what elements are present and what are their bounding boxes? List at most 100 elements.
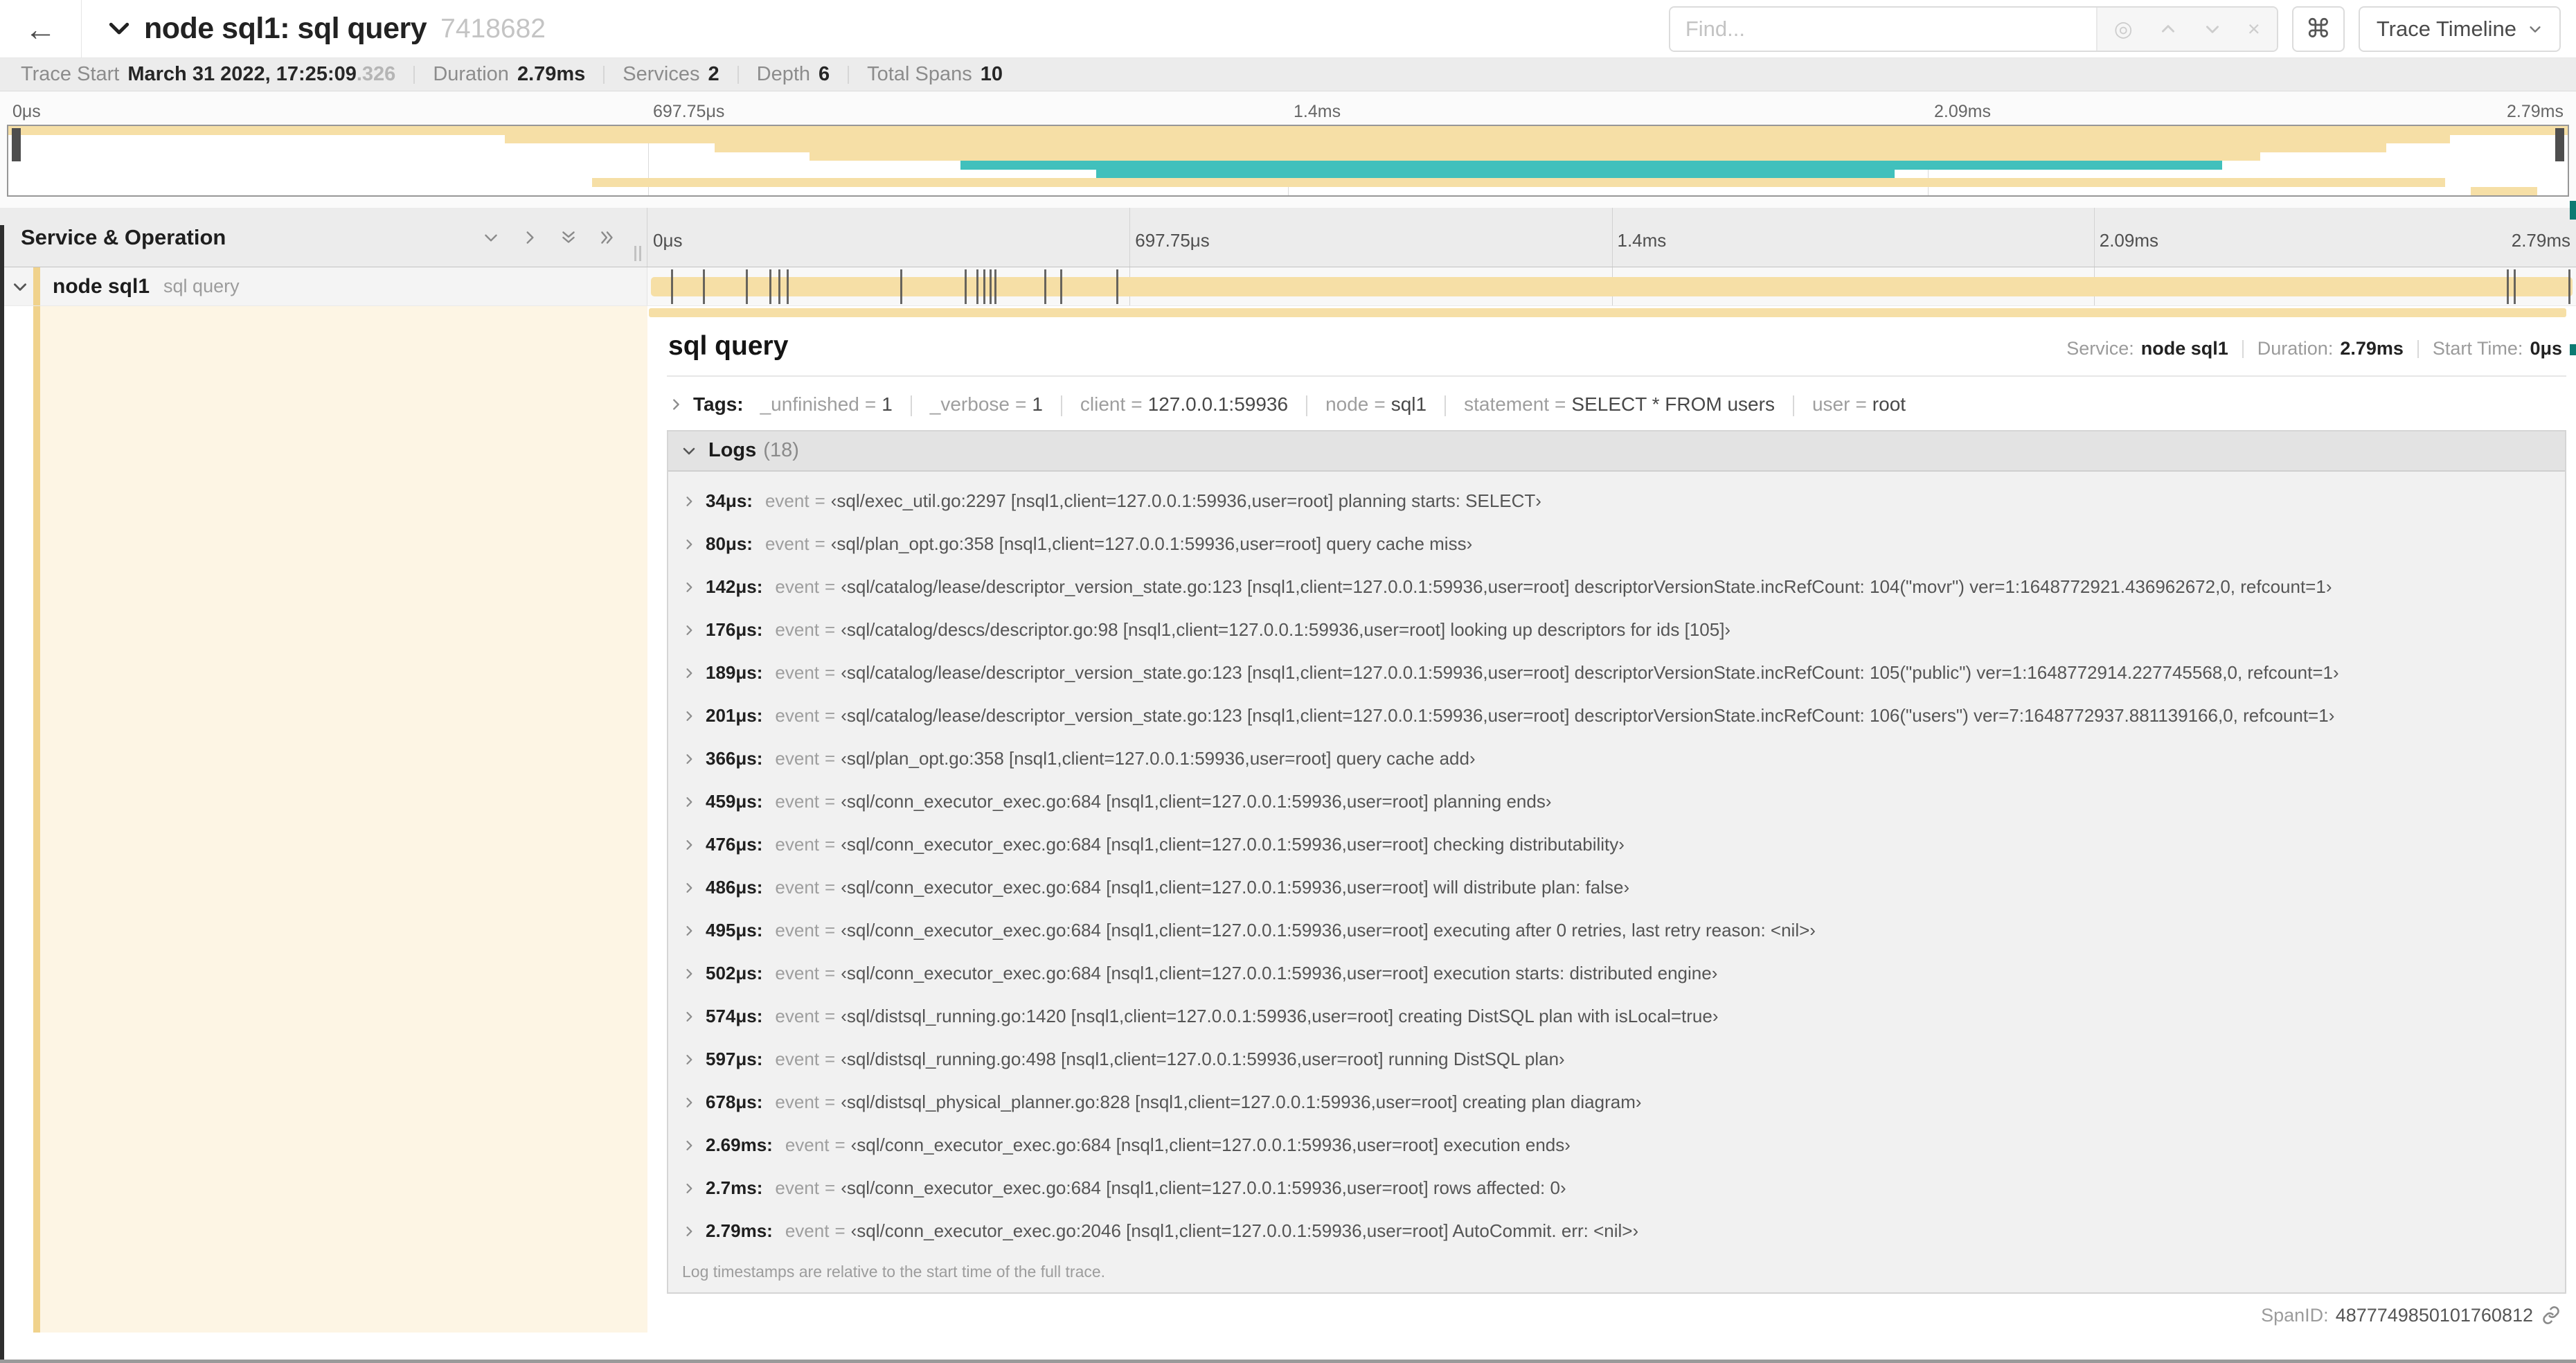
log-row[interactable]: 34μs: event = ‹sql/exec_util.go:2297 [nsql1… bbox=[668, 480, 2565, 523]
log-row[interactable]: 476μs: event = ‹sql/conn_executor_exec.go:6… bbox=[668, 823, 2565, 866]
log-row[interactable]: 459μs: event = ‹sql/conn_executor_exec.go:6… bbox=[668, 781, 2565, 823]
chevron-right-icon bbox=[682, 1139, 696, 1152]
log-row[interactable]: 189μs: event = ‹sql/catalog/lease/descripto… bbox=[668, 652, 2565, 695]
chevron-right-icon bbox=[682, 881, 696, 895]
timeline-tick-label: 0μs bbox=[653, 230, 683, 251]
minimap-span-bar bbox=[1095, 169, 1895, 178]
span-operation-name: sql query bbox=[163, 276, 240, 296]
service-value: node sql1 bbox=[2140, 338, 2228, 359]
detail-row-span-bar[interactable] bbox=[649, 308, 2566, 317]
tag-value: root bbox=[1872, 393, 1906, 415]
span-row-timeline-cell[interactable] bbox=[647, 267, 2576, 305]
log-row[interactable]: 486μs: event = ‹sql/conn_executor_exec.go:6… bbox=[668, 866, 2565, 909]
view-selector-button[interactable]: Trace Timeline bbox=[2358, 6, 2561, 52]
logs-header[interactable]: Logs (18) bbox=[668, 431, 2565, 472]
log-marker bbox=[990, 269, 992, 304]
deep-link-icon[interactable] bbox=[2541, 1306, 2561, 1325]
timeline-tick-label: 697.75μs bbox=[1135, 230, 1210, 251]
log-timestamp: 502μs: bbox=[706, 963, 763, 984]
log-row[interactable]: 142μs: event = ‹sql/catalog/lease/descripto… bbox=[668, 566, 2565, 609]
minimap-left-drag-handle[interactable] bbox=[12, 128, 21, 161]
log-row[interactable]: 2.7ms: event = ‹sql/conn_executor_exec.go:6… bbox=[668, 1167, 2565, 1210]
tag-value: 127.0.0.1:59936 bbox=[1147, 393, 1289, 415]
log-row[interactable]: 366μs: event = ‹sql/plan_opt.go:358 [nsql1,… bbox=[668, 738, 2565, 781]
log-row[interactable]: 678μs: event = ‹sql/distsql_physical_planne… bbox=[668, 1081, 2565, 1124]
span-children-chevron-down-icon[interactable] bbox=[11, 278, 29, 296]
command-icon: ⌘ bbox=[2305, 15, 2332, 43]
duration-label: Duration: bbox=[2257, 338, 2334, 359]
log-timestamp: 189μs: bbox=[706, 662, 763, 684]
chevron-right-icon bbox=[682, 1096, 696, 1110]
service-operation-header: Service & Operation bbox=[0, 208, 647, 267]
column-resizer-grip[interactable] bbox=[634, 246, 641, 261]
log-row[interactable]: 597μs: event = ‹sql/distsql_running.go:498 … bbox=[668, 1038, 2565, 1081]
left-edge-scrollbar[interactable] bbox=[0, 225, 4, 1363]
minimap-tick-labels: 0μs 697.75μs 1.4ms 2.09ms 2.79ms bbox=[7, 97, 2569, 125]
span-row-name-cell[interactable]: node sql1 sql query bbox=[0, 267, 647, 305]
timeline-gridline bbox=[2093, 208, 2095, 267]
timeline-tick-label: 1.4ms bbox=[1294, 102, 1341, 121]
trace-page: ← node sql1: sql query 7418682 ◎ × ⌘ Tra… bbox=[0, 0, 2576, 1363]
log-equals: = bbox=[825, 791, 836, 812]
keyboard-shortcuts-button[interactable]: ⌘ bbox=[2291, 6, 2345, 52]
log-marker bbox=[900, 269, 903, 304]
log-timestamp: 597μs: bbox=[706, 1049, 763, 1070]
log-row[interactable]: 502μs: event = ‹sql/conn_executor_exec.go:6… bbox=[668, 952, 2565, 995]
tags-chevron-right-icon[interactable] bbox=[668, 397, 683, 412]
log-row[interactable]: 574μs: event = ‹sql/distsql_running.go:1420… bbox=[668, 995, 2565, 1038]
log-timestamp: 2.79ms: bbox=[706, 1220, 773, 1242]
tag-value: SELECT * FROM users bbox=[1571, 393, 1775, 415]
log-equals: = bbox=[834, 1220, 846, 1242]
span-row[interactable]: node sql1 sql query bbox=[0, 267, 2576, 306]
timeline-tick-label: 0μs bbox=[12, 102, 41, 121]
log-row[interactable]: 201μs: event = ‹sql/catalog/lease/descripto… bbox=[668, 695, 2565, 738]
log-row[interactable]: 2.79ms: event = ‹sql/conn_executor_exec.go:… bbox=[668, 1210, 2565, 1253]
chevron-down-icon[interactable] bbox=[2203, 20, 2221, 38]
back-button[interactable]: ← bbox=[0, 0, 82, 57]
expand-all-double-chevron-right-icon[interactable] bbox=[598, 229, 616, 247]
minimap-right-drag-handle[interactable] bbox=[2555, 128, 2564, 161]
chevron-right-icon bbox=[682, 1053, 696, 1067]
chevron-up-icon[interactable] bbox=[2159, 20, 2177, 38]
span-service-name: node sql1 bbox=[53, 274, 150, 298]
expand-collapse-controls bbox=[482, 229, 647, 247]
log-field-value: ‹sql/conn_executor_exec.go:684 [nsql1,cl… bbox=[841, 791, 1552, 812]
tag-separator bbox=[1306, 395, 1308, 416]
log-row[interactable]: 80μs: event = ‹sql/plan_opt.go:358 [nsql1,c… bbox=[668, 523, 2565, 566]
chevron-right-icon bbox=[682, 1010, 696, 1024]
right-scrollbar-mark[interactable] bbox=[2570, 201, 2576, 220]
log-equals: = bbox=[834, 1134, 846, 1156]
span-indent-guide bbox=[33, 306, 40, 1333]
tag-key: user bbox=[1812, 393, 1850, 415]
collapse-one-chevron-down-icon[interactable] bbox=[482, 229, 500, 247]
log-row[interactable]: 176μs: event = ‹sql/catalog/descs/descripto… bbox=[668, 609, 2565, 652]
find-input[interactable] bbox=[1670, 7, 2096, 51]
detail-left-column bbox=[0, 306, 647, 1333]
tag-separator bbox=[1060, 395, 1062, 416]
log-marker bbox=[1116, 269, 1118, 304]
timeline-tick-label: 1.4ms bbox=[1617, 230, 1667, 251]
chevron-right-icon bbox=[682, 495, 696, 508]
trace-collapse-chevron-down-icon[interactable] bbox=[105, 15, 133, 43]
log-timestamp: 2.7ms: bbox=[706, 1177, 763, 1199]
span-duration-bar[interactable] bbox=[651, 276, 2573, 296]
chevron-right-icon bbox=[682, 709, 696, 723]
collapse-all-double-chevron-down-icon[interactable] bbox=[560, 229, 578, 247]
log-timestamp: 574μs: bbox=[706, 1006, 763, 1027]
expand-one-chevron-right-icon[interactable] bbox=[521, 229, 539, 247]
log-field-value: ‹sql/distsql_running.go:498 [nsql1,clien… bbox=[841, 1049, 1565, 1070]
locate-icon[interactable]: ◎ bbox=[2114, 17, 2133, 42]
log-equals: = bbox=[825, 748, 836, 769]
log-row[interactable]: 495μs: event = ‹sql/conn_executor_exec.go:6… bbox=[668, 909, 2565, 952]
log-field-key: event bbox=[775, 619, 820, 641]
log-field-value: ‹sql/exec_util.go:2297 [nsql1,client=127… bbox=[830, 490, 1541, 512]
log-timestamp: 176μs: bbox=[706, 619, 763, 641]
right-scrollbar-mark[interactable] bbox=[2570, 344, 2576, 355]
minimap-span-bar bbox=[591, 178, 2445, 187]
log-row[interactable]: 2.69ms: event = ‹sql/conn_executor_exec.go:… bbox=[668, 1124, 2565, 1167]
minimap-canvas[interactable] bbox=[7, 125, 2569, 197]
logs-count: (18) bbox=[763, 439, 799, 462]
logs-chevron-down-icon[interactable] bbox=[681, 443, 697, 459]
close-icon[interactable]: × bbox=[2248, 17, 2260, 42]
tags-row[interactable]: Tags: _unfinished = 1 _verbose = 1 client = 127.… bbox=[667, 377, 2566, 427]
